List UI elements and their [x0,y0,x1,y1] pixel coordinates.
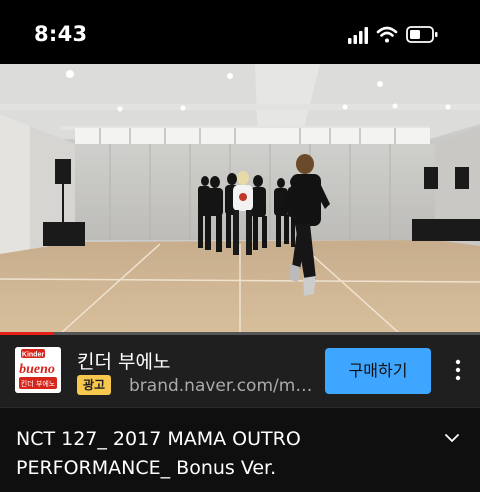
buy-button[interactable]: 구매하기 [325,348,431,394]
kinder-bueno-logo: Kinder bueno 킨더 부에노 [15,347,61,393]
ad-logo[interactable]: Kinder bueno 킨더 부에노 [15,347,61,393]
status-bar: 8:43 [0,0,480,64]
divider [0,407,480,408]
more-vertical-icon[interactable] [447,357,469,383]
video-frame [0,64,480,334]
ad-banner[interactable]: Kinder bueno 킨더 부에노 킨더 부에노 광고 brand.nave… [0,335,480,407]
ad-logo-sub-text: 킨더 부에노 [21,379,56,388]
wifi-icon [376,26,398,43]
ad-logo-top-text: Kinder [22,352,44,359]
status-icons [348,26,438,44]
battery-icon [406,26,438,43]
chevron-down-icon[interactable] [442,430,462,446]
video-player[interactable] [0,64,480,334]
status-time: 8:43 [34,22,88,46]
ad-title[interactable]: 킨더 부에노 [77,347,170,374]
ad-logo-main-text: bueno [19,362,55,377]
ad-url[interactable]: brand.naver.com/ma... [129,376,315,396]
ad-badge: 광고 [77,375,112,395]
video-title[interactable]: NCT 127_ 2017 MAMA OUTRO PERFORMANCE_ Bo… [16,425,426,483]
signal-icon [348,27,368,44]
